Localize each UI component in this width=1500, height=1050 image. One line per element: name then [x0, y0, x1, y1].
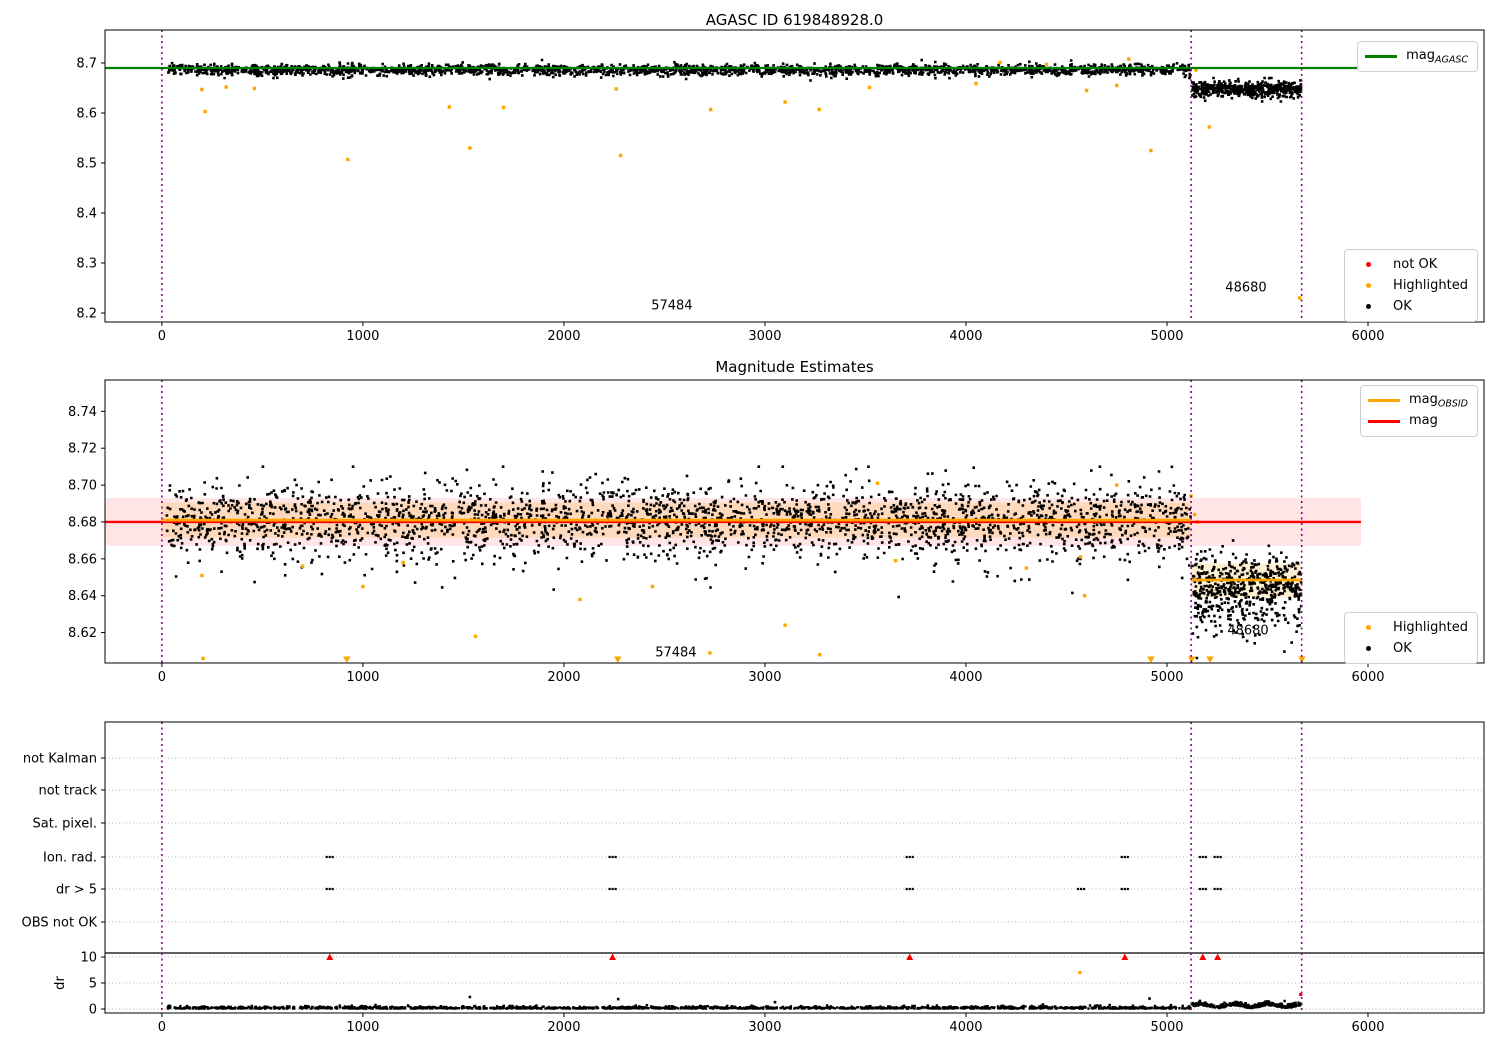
y-tick-label: 8.62: [68, 626, 97, 641]
top-plot-title: AGASC ID 619848928.0: [705, 11, 884, 29]
y-tick-label: 8.72: [68, 442, 97, 457]
flag-row-label: not Kalman: [23, 752, 97, 767]
highlighted-dot-icon: [1352, 625, 1384, 630]
legend-label: OK: [1393, 299, 1412, 314]
legend-label: magOBSID: [1408, 391, 1468, 410]
legend-mag-lines: magOBSID mag: [1359, 385, 1478, 437]
dr-axis-label: dr: [53, 976, 68, 990]
not-ok-dot-icon: [1352, 262, 1384, 267]
legend-entry-ok: OK: [1352, 296, 1468, 317]
x-tick-label: 5000: [1150, 1020, 1183, 1035]
scatter-ok: [1190, 76, 1303, 103]
x-tick-label: 2000: [547, 1020, 580, 1035]
x-tick-label: 4000: [949, 329, 982, 344]
mag-line-swatch: [1367, 420, 1400, 423]
y-tick-label: 8.3: [76, 257, 97, 272]
x-tick-label: 5000: [1150, 670, 1183, 685]
y-tick-label: 8.7: [76, 57, 97, 72]
dr-scatter-ok: [1190, 999, 1303, 1010]
x-tick-label: 3000: [748, 1020, 781, 1035]
scatter-ok: [174, 542, 1184, 599]
legend-mid-markers: Highlighted OK: [1344, 612, 1478, 664]
flag-row-label: dr > 5: [56, 883, 97, 898]
x-tick-label: 3000: [748, 670, 781, 685]
clipped-low-marker: [343, 656, 351, 663]
y-tick-label: 8.74: [68, 405, 97, 420]
obsid-annotation-57484-mid: 57484: [655, 645, 697, 661]
x-tick-label: 4000: [949, 1020, 982, 1035]
dr-clipped-not-ok-marker: [609, 953, 617, 960]
clipped-low-marker: [1206, 656, 1214, 663]
obsid-annotation-57484-top: 57484: [651, 298, 693, 314]
x-tick-label: 3000: [748, 329, 781, 344]
legend-mag-agasc: magAGASC: [1357, 41, 1478, 72]
legend-entry-mag-obsid: magOBSID: [1367, 390, 1468, 411]
dr-clipped-not-ok-marker: [1199, 953, 1207, 960]
legend-label: magAGASC: [1406, 47, 1468, 66]
legend-entry-ok: OK: [1352, 638, 1468, 659]
x-tick-label: 6000: [1351, 1020, 1384, 1035]
legend-label: OK: [1393, 641, 1412, 656]
x-tick-label: 1000: [346, 329, 379, 344]
mag-agasc-line-swatch: [1365, 55, 1398, 58]
middle-plot-title: Magnitude Estimates: [715, 358, 874, 376]
legend-entry-highlighted: Highlighted: [1352, 275, 1468, 296]
scatter-highlighted: [200, 57, 1302, 300]
x-tick-label: 1000: [346, 1020, 379, 1035]
legend-entry-mag: mag: [1367, 411, 1468, 432]
plots-canvas: 8.28.38.48.58.68.70 1000 2000 3000 4000 5000 6…: [22, 29, 1485, 1035]
legend-top-markers: not OK Highlighted OK: [1344, 249, 1478, 322]
dr-tick-label: 0: [89, 1003, 97, 1018]
legend-label: Highlighted: [1393, 620, 1468, 635]
x-tick-label: 0: [158, 670, 166, 685]
legend-label: not OK: [1393, 257, 1438, 272]
x-tick-label: 6000: [1351, 329, 1384, 344]
dr-clipped-not-ok-marker: [326, 953, 334, 960]
flag-row-label: not track: [38, 784, 97, 799]
clipped-low-marker: [614, 656, 622, 663]
y-tick-label: 8.2: [76, 307, 97, 322]
ok-dot-icon: [1352, 304, 1384, 309]
legend-entry-highlighted: Highlighted: [1352, 617, 1468, 638]
x-tick-label: 6000: [1351, 670, 1384, 685]
x-tick-label: 0: [158, 329, 166, 344]
scatter-ok: [167, 58, 1192, 82]
x-tick-label: 0: [158, 1020, 166, 1035]
legend-entry-not-ok: not OK: [1352, 254, 1468, 275]
obsid-annotation-48680-mid: 48680: [1227, 623, 1269, 639]
dr-scatter-ok: [166, 1003, 1192, 1010]
mag-obsid-line-swatch: [1367, 399, 1400, 402]
y-tick-label: 8.5: [76, 157, 97, 172]
legend-entry-mag-agasc: magAGASC: [1365, 46, 1468, 67]
axes-box: [104, 721, 1485, 1014]
x-tick-label: 2000: [547, 670, 580, 685]
x-tick-label: 5000: [1150, 329, 1183, 344]
y-tick-label: 8.68: [68, 515, 97, 530]
dr-tick-label: 5: [89, 977, 97, 992]
dr-highlighted-point: [1078, 971, 1082, 975]
obsid-annotation-48680-top: 48680: [1225, 280, 1267, 296]
flag-row-label: Ion. rad.: [43, 851, 97, 866]
legend-label: Highlighted: [1393, 278, 1468, 293]
x-tick-label: 4000: [949, 670, 982, 685]
legend-label: mag: [1408, 412, 1438, 428]
dr-outliers-ok: [468, 995, 1151, 1004]
figure: 8.2 8.3 8.4 8.5 8.6 8.7 0 1000 2000 3000 4000 5000 6…: [0, 0, 1500, 1050]
y-tick-label: 8.66: [68, 552, 97, 567]
x-tick-label: 1000: [346, 670, 379, 685]
clipped-low-marker: [1147, 656, 1155, 663]
dr-tick-label: 10: [80, 951, 97, 966]
x-tick-label: 2000: [547, 329, 580, 344]
flag-row-label: OBS not OK: [22, 916, 98, 931]
highlighted-dot-icon: [1352, 283, 1384, 288]
flag-row-label: Sat. pixel.: [33, 817, 97, 832]
y-tick-label: 8.64: [68, 589, 97, 604]
ok-dot-icon: [1352, 646, 1384, 651]
y-tick-label: 8.6: [76, 107, 97, 122]
y-tick-label: 8.4: [76, 207, 97, 222]
y-tick-label: 8.70: [68, 479, 97, 494]
